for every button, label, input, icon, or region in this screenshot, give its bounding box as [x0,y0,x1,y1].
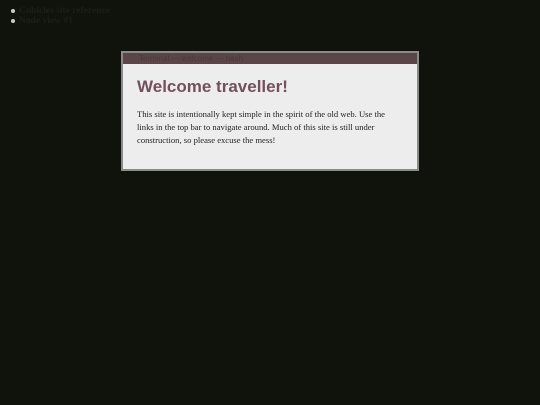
top-link-item[interactable]: Cubicles site reference [11,6,110,16]
top-link-label[interactable]: Cubicles site reference [19,6,110,16]
window-title: Terminal — welcome — bash [139,54,244,63]
welcome-window: Terminal — welcome — bash Welcome travel… [121,51,419,171]
bullet-icon [11,9,15,13]
welcome-heading: Welcome traveller! [137,77,288,96]
top-link-label[interactable]: Node view #1 [19,16,73,26]
intro-paragraph: This site is intentionally kept simple i… [137,109,385,145]
window-body: Welcome traveller! This site is intentio… [123,64,417,147]
top-links-list: Cubicles site reference Node view #1 [10,6,110,26]
window-titlebar[interactable]: Terminal — welcome — bash [123,53,417,64]
bullet-icon [11,19,15,23]
top-link-item[interactable]: Node view #1 [11,16,110,26]
